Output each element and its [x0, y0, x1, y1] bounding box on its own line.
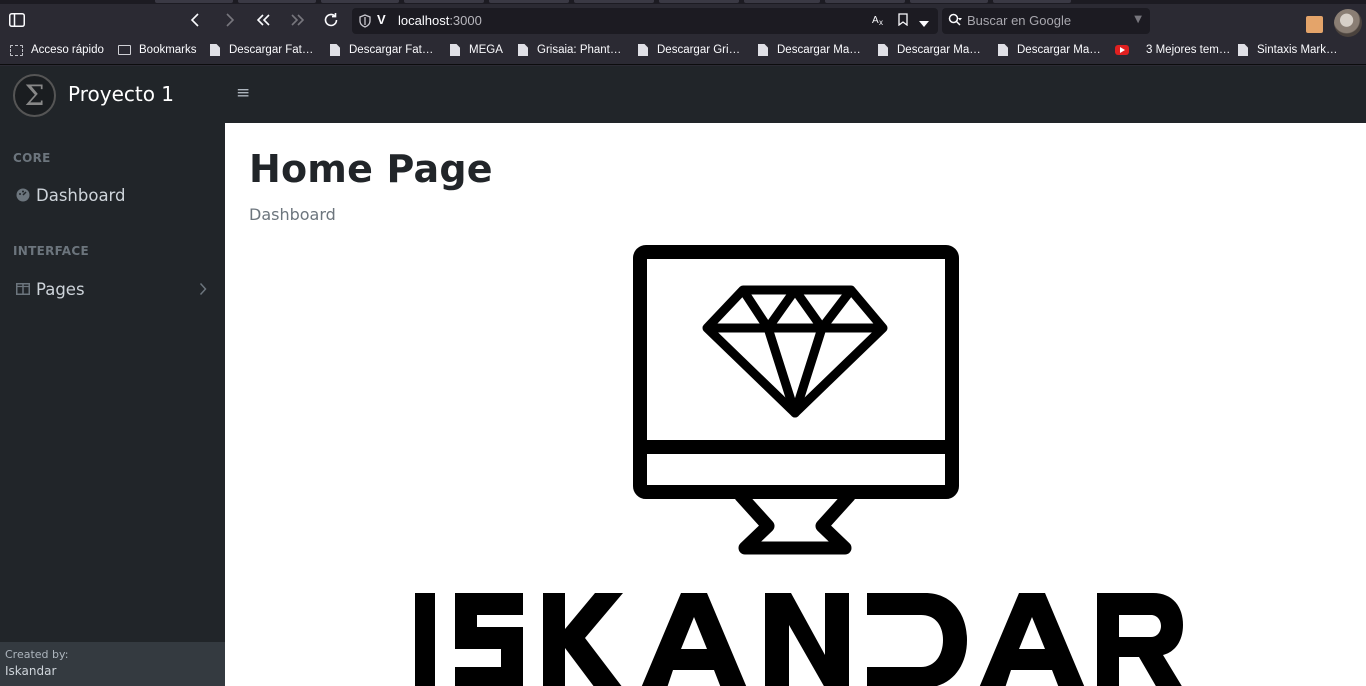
url-dropdown-icon[interactable] — [919, 16, 929, 30]
sidebar-heading-interface: INTERFACE — [13, 244, 89, 258]
dashboard-icon — [16, 188, 30, 202]
page-icon — [518, 44, 528, 56]
bookmark-item[interactable]: MEGA — [450, 44, 503, 56]
page-icon — [1238, 44, 1248, 56]
chevron-right-icon — [199, 281, 207, 300]
bookmark-item[interactable]: Acceso rápido — [10, 44, 104, 56]
search-icon — [948, 13, 962, 26]
page-icon — [450, 44, 460, 56]
svg-text:x: x — [879, 18, 883, 26]
quick-access-icon — [10, 44, 23, 56]
bookmark-item[interactable]: Descargar Fat… — [330, 44, 433, 56]
sidebar: CORE Dashboard INTERFACE Pages Created b… — [0, 123, 225, 686]
browser-tab[interactable] — [910, 0, 988, 3]
bookmark-folder[interactable]: Bookmarks — [118, 44, 197, 56]
search-placeholder: Buscar en Google — [967, 13, 1072, 28]
bookmark-item[interactable]: Descargar Ma… — [998, 44, 1101, 56]
brand-logo[interactable]: Σ — [13, 74, 56, 117]
browser-tab[interactable] — [825, 0, 905, 3]
web-app: Σ Proyecto 1 ≡ CORE Dashboard INTERFACE … — [0, 66, 1366, 686]
browser-tab[interactable] — [155, 0, 233, 3]
sidebar-item-dashboard[interactable]: Dashboard — [0, 180, 225, 210]
iskandar-logo — [415, 245, 1183, 686]
search-engine-dropdown-icon[interactable]: ▼ — [1134, 14, 1142, 25]
browser-tab[interactable] — [659, 0, 739, 3]
bookmark-item[interactable]: Sintaxis Mark… — [1238, 44, 1338, 56]
bookmark-item[interactable]: 3 Mejores tem… — [1115, 44, 1230, 56]
browser-tab[interactable] — [238, 0, 316, 3]
sidebar-item-label: Pages — [36, 279, 85, 299]
translate-icon[interactable]: Ax — [872, 13, 886, 29]
folder-icon — [118, 45, 131, 55]
page-icon — [330, 44, 340, 56]
breadcrumb: Dashboard — [249, 205, 336, 224]
extension-icon[interactable] — [1306, 16, 1323, 33]
youtube-icon — [1115, 45, 1129, 55]
browser-tab[interactable] — [574, 0, 654, 3]
rewind-icon[interactable] — [251, 8, 277, 32]
forward-icon[interactable] — [217, 8, 243, 32]
svg-text:A: A — [872, 15, 879, 26]
sidebar-heading-core: CORE — [13, 151, 51, 165]
search-bar[interactable]: Buscar en Google ▼ — [942, 8, 1150, 34]
diamond-icon — [702, 285, 888, 418]
profile-avatar[interactable] — [1334, 9, 1362, 37]
page-icon — [210, 44, 220, 56]
url-text[interactable]: localhost:3000 — [398, 13, 482, 28]
sidebar-toggle-icon[interactable] — [4, 8, 30, 32]
bookmark-item[interactable]: Descargar Gri… — [638, 44, 740, 56]
main-content: Home Page Dashboard — [225, 123, 1366, 686]
bookmark-item[interactable]: Descargar Fat… — [210, 44, 313, 56]
footer-author: Iskandar — [5, 664, 57, 678]
bookmark-star-icon[interactable] — [898, 13, 908, 29]
bookmark-item[interactable]: Grisaia: Phant… — [518, 44, 621, 56]
browser-tab[interactable] — [321, 0, 399, 3]
shield-icon[interactable] — [359, 14, 371, 28]
browser-tab[interactable] — [489, 0, 569, 3]
bookmark-item[interactable]: Descargar Ma… — [878, 44, 981, 56]
sidebar-item-pages[interactable]: Pages — [0, 274, 225, 304]
fast-forward-icon[interactable] — [284, 8, 310, 32]
reload-icon[interactable] — [318, 8, 344, 32]
browser-tab[interactable] — [744, 0, 820, 3]
browser-toolbar: V localhost:3000 Ax Buscar en Google ▼ — [0, 4, 1366, 38]
top-navbar: Σ Proyecto 1 ≡ — [0, 66, 1366, 123]
brand-name[interactable]: Proyecto 1 — [68, 82, 174, 106]
back-icon[interactable] — [182, 8, 208, 32]
page-icon — [878, 44, 888, 56]
bookmark-item[interactable]: Descargar Ma… — [758, 44, 861, 56]
page-title: Home Page — [249, 147, 493, 191]
page-icon — [638, 44, 648, 56]
page-icon — [998, 44, 1008, 56]
iskandar-wordmark — [415, 593, 1183, 686]
bookmarks-bar: Acceso rápido Bookmarks Descargar Fat… D… — [0, 38, 1366, 65]
sidebar-item-label: Dashboard — [36, 185, 126, 205]
book-open-icon — [16, 282, 30, 296]
sidebar-footer: Created by: Iskandar — [0, 642, 225, 686]
browser-tab[interactable] — [993, 0, 1071, 3]
footer-caption: Created by: — [5, 648, 69, 661]
url-bar[interactable]: V localhost:3000 Ax — [352, 8, 938, 34]
site-identity-icon[interactable]: V — [377, 12, 386, 27]
browser-tab[interactable] — [404, 0, 484, 3]
menu-toggle-icon[interactable]: ≡ — [236, 84, 254, 102]
page-icon — [758, 44, 768, 56]
